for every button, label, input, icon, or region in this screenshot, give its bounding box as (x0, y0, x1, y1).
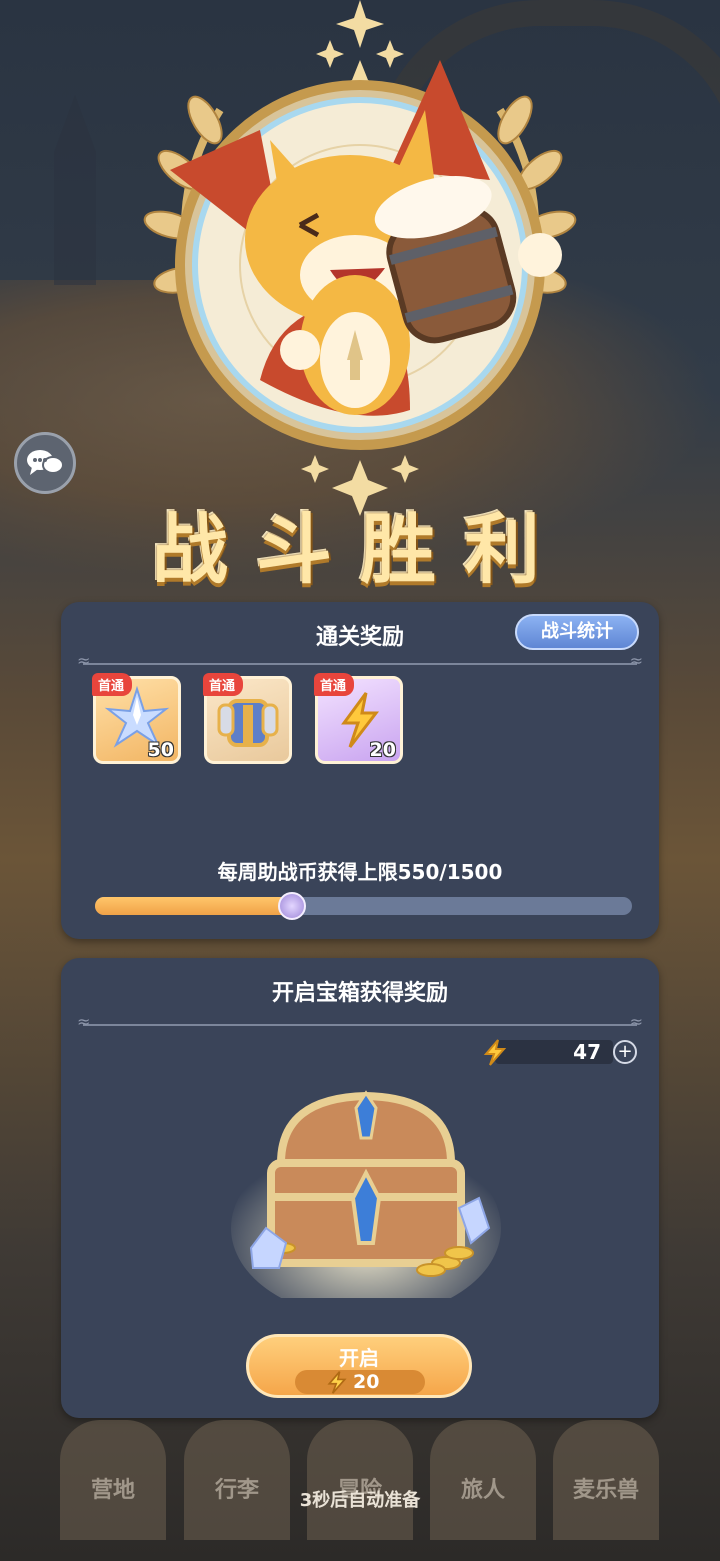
open-chest-panel: 开启宝箱获得奖励 47 + 开启 (61, 958, 659, 1418)
open-cost-value: 20 (353, 1371, 380, 1393)
add-energy-button[interactable]: + (613, 1040, 637, 1064)
reward-item-armor[interactable]: 首通 (203, 673, 292, 764)
reward-item-crystal[interactable]: 首通 50 (92, 673, 181, 764)
background-castle (54, 95, 96, 285)
nav-item-luggage[interactable]: 行李 (184, 1420, 290, 1540)
weekly-coin-progress-bar (95, 892, 632, 920)
auto-ready-countdown: 3秒后自动准备 (299, 1490, 421, 1511)
victory-title: 战斗胜利 (152, 505, 568, 594)
assist-coin-icon (278, 892, 307, 920)
lightning-icon (327, 1371, 347, 1394)
divider (77, 1012, 643, 1031)
nav-item-camp[interactable]: 营地 (60, 1420, 166, 1540)
open-chest-button[interactable]: 开启 20 (246, 1334, 472, 1398)
open-cost-pill: 20 (295, 1370, 425, 1394)
first-clear-badge: 首通 (314, 673, 355, 696)
lightning-icon (483, 1039, 507, 1066)
nav-item-travelers[interactable]: 旅人 (430, 1420, 536, 1540)
energy-counter: 47 + (481, 1038, 641, 1066)
progress-fill (95, 897, 293, 915)
reward-quantity: 20 (369, 739, 396, 761)
chat-bubbles-icon (27, 450, 64, 475)
reward-quantity: 50 (147, 739, 174, 761)
reward-item-energy[interactable]: 首通 20 (314, 673, 403, 764)
battle-stats-button[interactable]: 战斗统计 (515, 614, 639, 650)
clear-rewards-panel: 通关奖励 战斗统计 首通 50 首通 首通 20 每周助战币获得上限550/15… (61, 602, 659, 939)
nav-item-adventure[interactable]: 冒险 (307, 1420, 413, 1540)
treasure-chest[interactable] (231, 1078, 501, 1298)
first-clear-badge: 首通 (92, 673, 133, 696)
open-button-label: 开启 (339, 1346, 379, 1370)
energy-value: 47 (573, 1040, 601, 1064)
chest-panel-title: 开启宝箱获得奖励 (271, 981, 448, 1006)
first-clear-badge: 首通 (203, 673, 244, 696)
weekly-coin-limit-label: 每周助战币获得上限550/1500 (217, 860, 503, 884)
chat-button[interactable] (14, 432, 76, 494)
nav-item-pets[interactable]: 麦乐兽 (553, 1420, 659, 1540)
divider (77, 651, 643, 670)
